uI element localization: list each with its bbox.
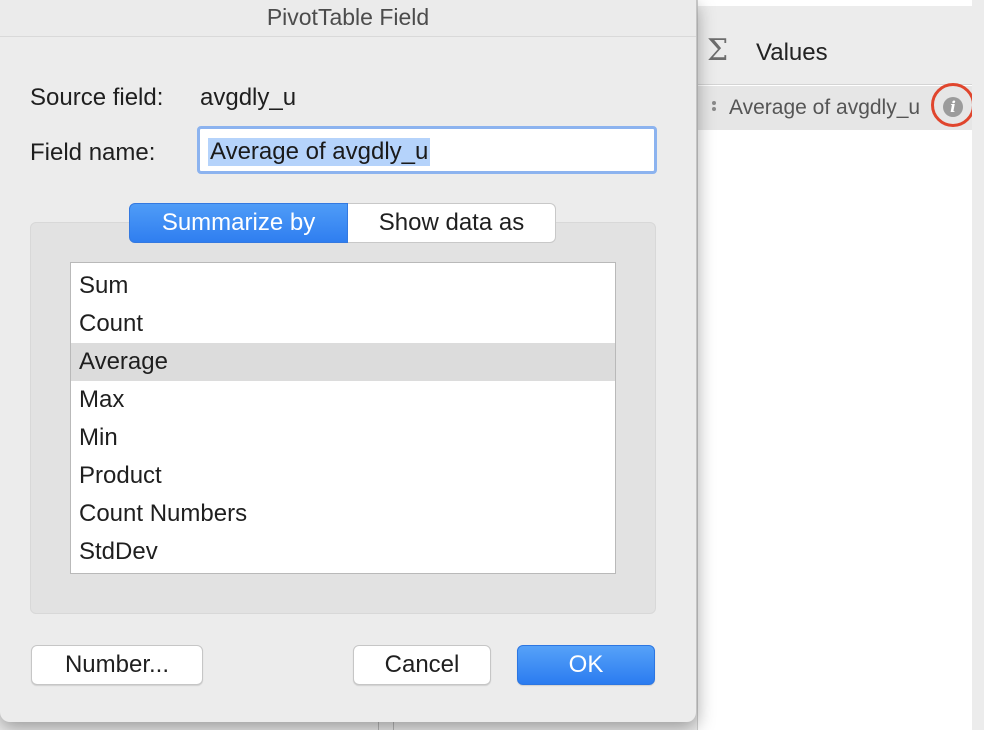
list-item-count[interactable]: Count <box>71 305 615 343</box>
ok-button[interactable]: OK <box>517 645 655 685</box>
list-item-count-numbers[interactable]: Count Numbers <box>71 495 615 533</box>
source-field-value: avgdly_u <box>200 84 297 111</box>
tab-summarize-by[interactable]: Summarize by <box>129 203 348 243</box>
pivot-field-list-pane: Σ Values Average of avgdly_u i <box>697 0 975 730</box>
pivottable-field-dialog: PivotTable Field Source field: avgdly_u … <box>0 0 697 722</box>
list-item-min[interactable]: Min <box>71 419 615 457</box>
list-item-max[interactable]: Max <box>71 381 615 419</box>
list-item-stddev[interactable]: StdDev <box>71 533 615 571</box>
list-item-average[interactable]: Average <box>71 343 615 381</box>
values-area-label: Values <box>756 39 828 66</box>
source-field-label: Source field: <box>30 84 164 111</box>
summarize-function-list[interactable]: Sum Count Average Max Min Product Count … <box>70 262 616 574</box>
values-area-header: Σ Values <box>698 6 972 85</box>
drag-handle-icon[interactable] <box>712 101 716 117</box>
list-item-sum[interactable]: Sum <box>71 267 615 305</box>
list-item-product[interactable]: Product <box>71 457 615 495</box>
field-name-input[interactable]: Average of avgdly_u <box>197 126 657 174</box>
field-name-selected-text[interactable]: Average of avgdly_u <box>208 138 431 166</box>
annotation-highlight-circle <box>931 83 975 127</box>
sigma-icon: Σ <box>707 33 729 68</box>
number-format-button[interactable]: Number... <box>31 645 203 685</box>
dialog-title: PivotTable Field <box>0 0 696 37</box>
window-edge <box>972 0 984 730</box>
background-divider <box>378 722 379 730</box>
value-field-label: Average of avgdly_u <box>729 96 921 119</box>
field-name-label: Field name: <box>30 139 156 166</box>
background-divider <box>393 722 394 730</box>
cancel-button[interactable]: Cancel <box>353 645 491 685</box>
tab-show-data-as[interactable]: Show data as <box>348 203 556 243</box>
